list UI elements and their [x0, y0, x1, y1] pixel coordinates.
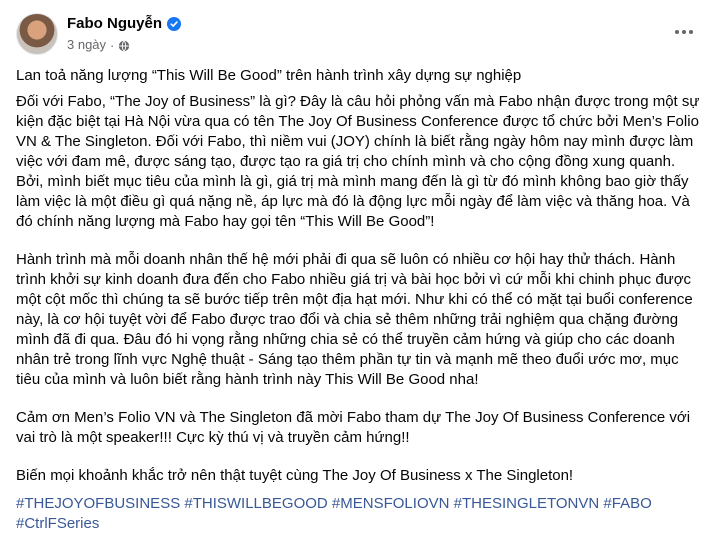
- post-paragraph: Cảm ơn Men’s Folio VN và The Singleton đ…: [16, 409, 691, 446]
- hashtag-link[interactable]: #FABO: [603, 495, 651, 512]
- timestamp-row: 3 ngày ·: [67, 36, 181, 54]
- post-timestamp[interactable]: 3 ngày: [67, 36, 106, 54]
- hashtag-link[interactable]: #THISWILLBEGOOD: [184, 495, 327, 512]
- post-headline: Lan toả năng lượng “This Will Be Good” t…: [16, 67, 522, 84]
- verified-badge-icon: [167, 17, 182, 31]
- hashtag-link[interactable]: #CtrlFSeries: [16, 515, 99, 532]
- hashtag-list: #THEJOYOFBUSINESS #THISWILLBEGOOD #MENSF…: [16, 494, 700, 534]
- post-header: Fabo Nguyễn 3 ngày ·: [16, 12, 182, 56]
- separator-dot: ·: [110, 37, 115, 53]
- author-row: Fabo Nguyễn: [67, 14, 182, 34]
- more-options-icon[interactable]: [666, 14, 702, 50]
- post-body: Lan toả năng lượng “This Will Be Good” t…: [16, 66, 700, 534]
- avatar[interactable]: [16, 13, 58, 55]
- post-paragraph: Đối với Fabo, “The Joy of Business” là g…: [16, 93, 700, 230]
- hashtag-link[interactable]: #MENSFOLIOVN: [332, 495, 450, 512]
- post-paragraph: Hành trình mà mỗi doanh nhân thế hệ mới …: [16, 251, 693, 388]
- author-name[interactable]: Fabo Nguyễn: [67, 14, 162, 34]
- globe-icon[interactable]: [118, 39, 130, 52]
- post-paragraph: Biến mọi khoảnh khắc trở nên thật tuyệt …: [16, 467, 574, 484]
- post-meta: Fabo Nguyễn 3 ngày ·: [67, 14, 182, 54]
- hashtag-link[interactable]: #THESINGLETONVN: [454, 495, 600, 512]
- facebook-post: Fabo Nguyễn 3 ngày · Lan toả năng lượng …: [0, 0, 714, 532]
- hashtag-link[interactable]: #THEJOYOFBUSINESS: [16, 495, 180, 512]
